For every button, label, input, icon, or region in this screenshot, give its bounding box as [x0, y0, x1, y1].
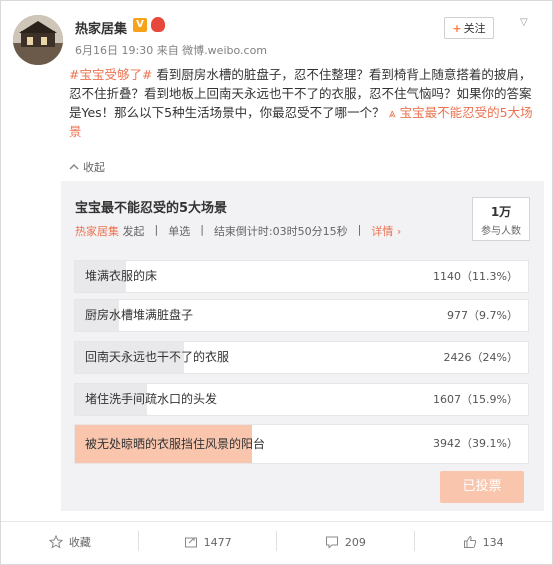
poll-published: 发起: [122, 225, 145, 238]
divider: [414, 531, 415, 551]
poll-option-label: 被无处晾晒的衣服挡住风景的阳台: [85, 437, 266, 451]
comment-icon: [325, 536, 338, 549]
follow-label: 关注: [463, 22, 486, 35]
voted-button[interactable]: 已投票: [440, 471, 524, 503]
medal-icon[interactable]: [151, 17, 165, 32]
poll-detail-label: 详情: [371, 225, 394, 238]
poll-option-stat: 3942（39.1%）: [433, 437, 518, 450]
poll-option[interactable]: 堆满衣服的床 1140（11.3%）: [74, 260, 529, 293]
thumbs-up-icon: [463, 535, 476, 548]
topic-link[interactable]: #宝宝受够了#: [69, 67, 152, 82]
chevron-down-icon[interactable]: ▽: [520, 17, 528, 28]
separator: |: [357, 223, 362, 236]
weibo-post-card: 热家居集 V 6月16日 19:30 来自 微博.weibo.com + 关注 …: [0, 0, 553, 565]
collapse-button[interactable]: 收起: [69, 159, 105, 175]
poll-detail-link[interactable]: 详情 ›: [371, 223, 401, 239]
poll-link-icon: ⩓: [388, 105, 400, 120]
poll-option[interactable]: 厨房水槽堆满脏盘子 977（9.7%）: [74, 299, 529, 332]
collapse-label: 收起: [83, 161, 105, 174]
poll-mode: 单选: [168, 225, 191, 238]
star-icon: [48, 535, 63, 549]
repost-button[interactable]: 1477: [139, 522, 277, 562]
poll-option-stat: 2426（24%）: [443, 351, 518, 364]
like-button[interactable]: 134: [414, 522, 552, 562]
poll-option-label: 堆满衣服的床: [85, 269, 158, 283]
poll-option[interactable]: 回南天永远也干不了的衣服 2426（24%）: [74, 341, 529, 374]
separator: |: [154, 223, 159, 236]
favorite-label: 收藏: [68, 536, 91, 549]
poll-option-label: 回南天永远也干不了的衣服: [85, 350, 230, 364]
participants-box: 1万 参与人数: [472, 197, 530, 241]
author-name[interactable]: 热家居集: [75, 18, 127, 37]
participants-count: 1万: [490, 205, 512, 219]
poll-option-stat: 1607（15.9%）: [433, 393, 518, 406]
poll-meta: 热家居集 发起 | 单选 | 结束倒计时:03时50分15秒 | 详情 ›: [75, 223, 401, 239]
repost-count: 1477: [203, 535, 232, 549]
poll-option[interactable]: 堵住洗手间疏水口的头发 1607（15.9%）: [74, 383, 529, 416]
divider: [138, 531, 139, 551]
poll-option-stat: 1140（11.3%）: [433, 270, 518, 283]
collapse-icon: [69, 163, 79, 170]
poll-option-label: 厨房水槽堆满脏盘子: [85, 308, 194, 322]
poll-option[interactable]: 被无处晾晒的衣服挡住风景的阳台 3942（39.1%）: [74, 424, 529, 464]
comment-count: 209: [344, 535, 366, 549]
divider: [276, 531, 277, 551]
poll-title[interactable]: 宝宝最不能忍受的5大场景: [75, 197, 227, 216]
participants-label: 参与人数: [481, 226, 521, 237]
avatar[interactable]: [13, 15, 63, 65]
like-count: 134: [482, 535, 504, 549]
repost-icon: [184, 537, 197, 548]
favorite-button[interactable]: 收藏: [1, 522, 139, 562]
comment-button[interactable]: 209: [277, 522, 415, 562]
separator: |: [200, 223, 204, 236]
follow-button[interactable]: + 关注: [444, 17, 494, 39]
plus-icon: +: [452, 21, 462, 35]
poll-author[interactable]: 热家居集: [75, 225, 119, 238]
poll-countdown: 结束倒计时:03时50分15秒: [213, 225, 348, 238]
poll-option-stat: 977（9.7%）: [447, 309, 518, 322]
poll-option-label: 堵住洗手间疏水口的头发: [85, 392, 218, 406]
verified-badge-icon: V: [133, 18, 147, 32]
post-text: #宝宝受够了# 看到厨房水槽的脏盘子，忍不住整理？看到椅背上随意搭着的披肩，忍不…: [69, 65, 539, 141]
post-meta: 6月16日 19:30 来自 微博.weibo.com: [75, 44, 268, 57]
